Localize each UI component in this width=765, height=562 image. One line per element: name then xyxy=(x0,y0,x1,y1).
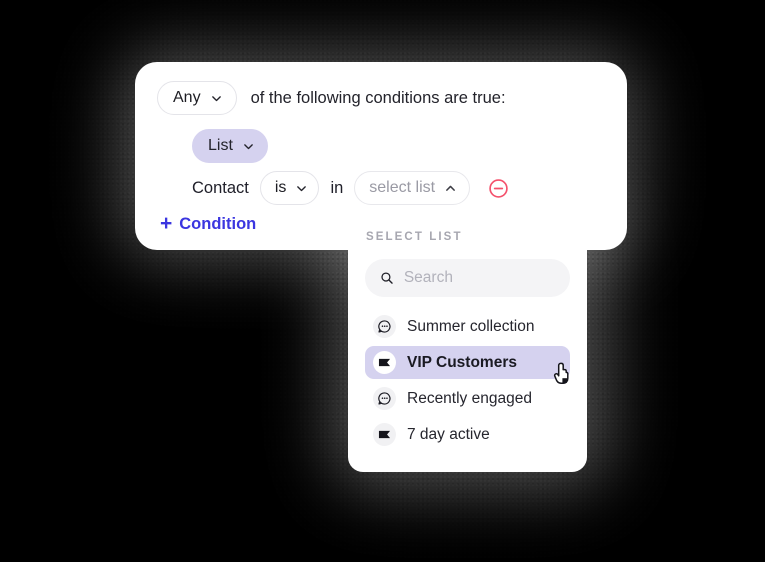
list-item-label: Summer collection xyxy=(407,317,535,335)
add-condition-button[interactable]: + Condition xyxy=(160,212,257,235)
search-icon xyxy=(381,272,393,284)
list-value-select[interactable]: select list xyxy=(354,171,471,205)
list-options: Summer collection VIP Customers Recently… xyxy=(365,310,570,451)
operator-select[interactable]: is xyxy=(259,171,320,205)
condition-type-row: List xyxy=(192,129,268,163)
joiner-label: in xyxy=(330,178,344,197)
list-item[interactable]: Summer collection xyxy=(365,310,570,343)
condition-type-value: List xyxy=(208,137,233,154)
match-type-select[interactable]: Any xyxy=(157,81,237,115)
chevron-down-icon xyxy=(297,185,307,191)
plus-icon: + xyxy=(160,212,173,235)
list-item[interactable]: Recently engaged xyxy=(365,382,570,415)
match-type-value: Any xyxy=(173,89,201,106)
chevron-up-icon xyxy=(446,185,456,191)
subject-label: Contact xyxy=(192,178,249,197)
list-value-placeholder: select list xyxy=(369,179,436,196)
list-item[interactable]: VIP Customers xyxy=(365,346,570,384)
list-item-label: VIP Customers xyxy=(407,353,517,371)
screen-root: Any of the following conditions are true… xyxy=(0,0,765,562)
remove-circle-icon[interactable] xyxy=(488,178,509,199)
list-item-label: 7 day active xyxy=(407,425,490,443)
match-type-row: Any of the following conditions are true… xyxy=(157,81,506,115)
select-list-dropdown: SELECT LIST Summer collection xyxy=(348,208,587,472)
chevron-down-icon xyxy=(244,143,253,149)
ticket-icon xyxy=(373,423,396,446)
chat-bubble-icon xyxy=(373,387,396,410)
add-condition-label: Condition xyxy=(179,214,257,233)
condition-type-chip[interactable]: List xyxy=(192,129,268,163)
search-input[interactable] xyxy=(403,269,555,287)
list-item[interactable]: 7 day active xyxy=(365,418,570,451)
dropdown-title: SELECT LIST xyxy=(366,231,463,243)
condition-row: Contact is in select list xyxy=(192,171,509,205)
chevron-down-icon xyxy=(211,95,221,101)
ticket-icon xyxy=(373,351,396,374)
search-box[interactable] xyxy=(365,259,570,297)
intro-text: of the following conditions are true: xyxy=(250,88,506,107)
chat-bubble-icon xyxy=(373,315,396,338)
list-item-label: Recently engaged xyxy=(407,389,532,407)
operator-value: is xyxy=(274,179,287,196)
